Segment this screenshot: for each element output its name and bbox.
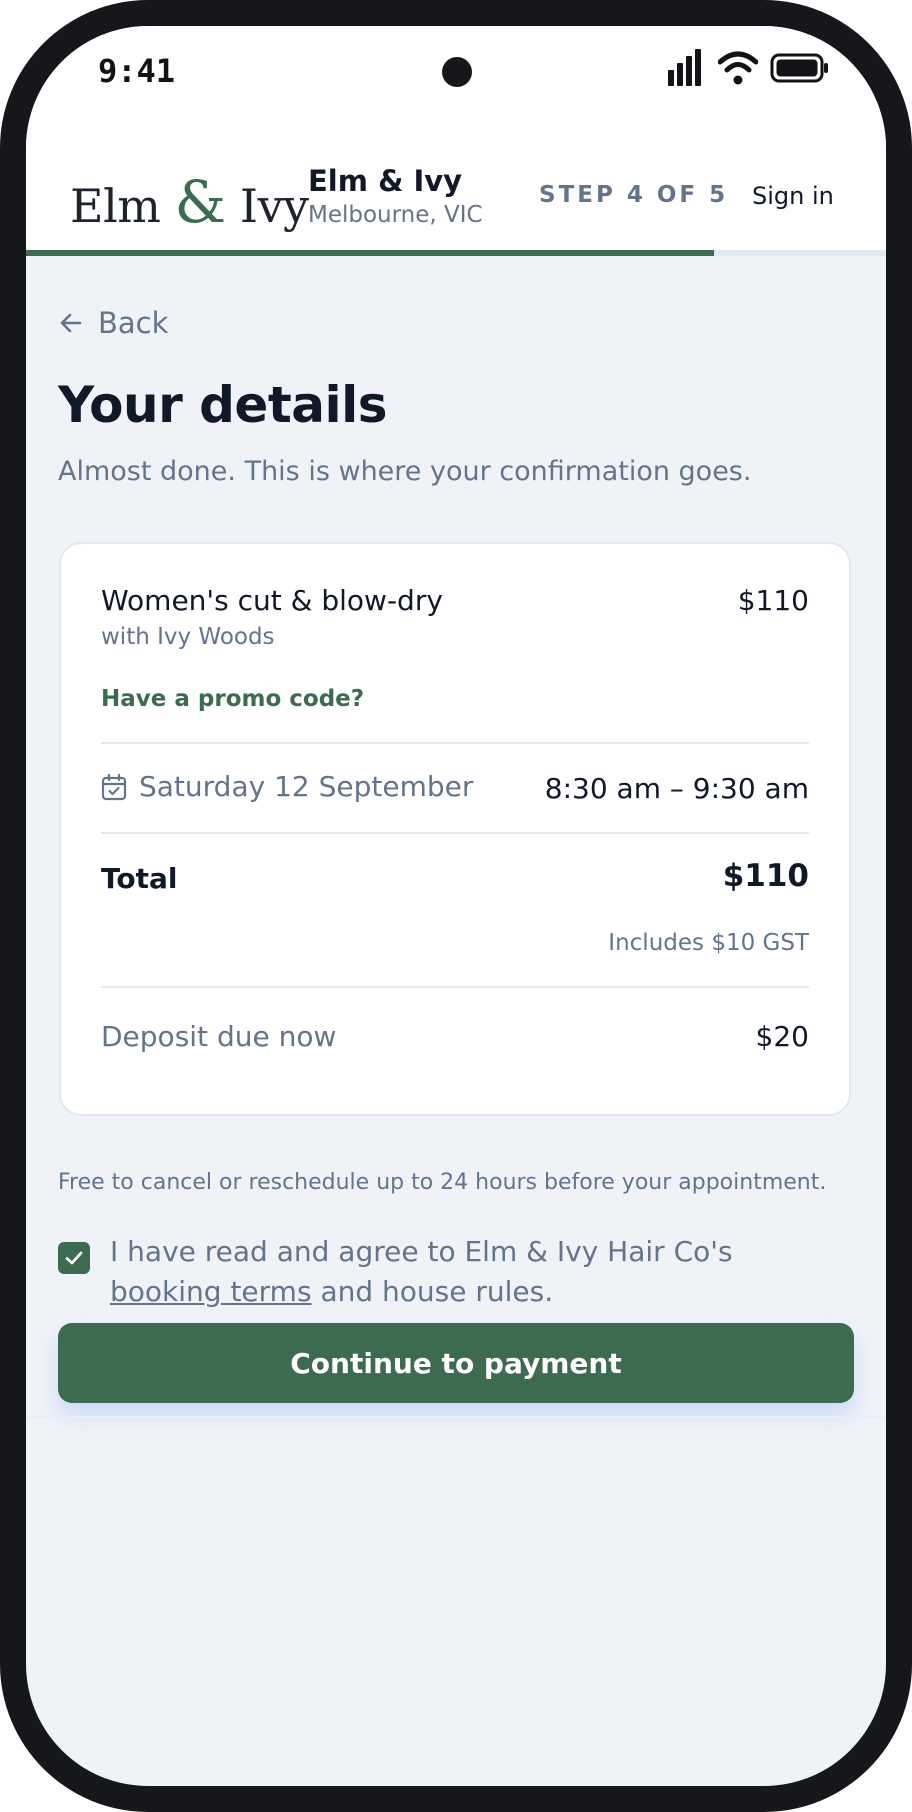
continue-to-payment-button[interactable]: Continue to payment	[58, 1323, 854, 1403]
deposit-value: $20	[755, 1020, 809, 1053]
appointment-date: Saturday 12 September	[101, 770, 473, 803]
arrow-left-icon	[60, 313, 82, 333]
status-bar: 9:41	[26, 26, 886, 126]
status-time: 9:41	[98, 52, 176, 90]
gst-note: Includes $10 GST	[608, 930, 809, 956]
brand-logo[interactable]: Elm & Ivy	[70, 168, 309, 236]
service-price: $110	[737, 584, 809, 617]
service-name: Women's cut & blow-dry	[101, 584, 443, 617]
screen: 9:41 Elm & Ivy Elm & Ivy Melbourne, VIC …	[26, 26, 886, 1786]
deposit-label: Deposit due now	[101, 1020, 337, 1053]
progress-bar-fill	[26, 250, 714, 256]
shop-name: Elm & Ivy	[308, 164, 463, 198]
check-icon	[65, 1251, 83, 1265]
terms-text: I have read and agree to Elm & Ivy Hair …	[110, 1232, 830, 1312]
terms-checkbox[interactable]	[58, 1242, 90, 1274]
page-subtitle: Almost done. This is where your confirma…	[58, 456, 752, 487]
total-value: $110	[722, 858, 809, 894]
booking-summary-card: Women's cut & blow-dry $110 with Ivy Woo…	[59, 542, 851, 1116]
appointment-time: 8:30 am – 9:30 am	[544, 772, 809, 805]
divider	[101, 742, 809, 744]
wifi-icon	[718, 51, 758, 85]
step-indicator: STEP 4 OF 5	[539, 182, 729, 208]
page-title: Your details	[58, 376, 388, 434]
total-label: Total	[101, 862, 178, 895]
sign-in-link[interactable]: Sign in	[752, 182, 834, 210]
booking-terms-link[interactable]: booking terms	[110, 1275, 312, 1308]
signal-icon	[668, 49, 701, 86]
calendar-icon	[101, 773, 127, 800]
stylist-name: with Ivy Woods	[101, 624, 275, 650]
logo-word-elm: Elm	[70, 179, 161, 233]
terms-text-prefix: I have read and agree to Elm & Ivy Hair …	[110, 1235, 733, 1268]
phone-frame: 9:41 Elm & Ivy Elm & Ivy Melbourne, VIC …	[0, 0, 912, 1812]
appointment-date-text: Saturday 12 September	[139, 770, 474, 803]
progress-bar	[26, 250, 886, 256]
logo-ampersand: &	[174, 168, 227, 236]
camera-cutout	[442, 57, 472, 87]
footer-divider	[26, 1416, 886, 1418]
back-label: Back	[98, 306, 169, 340]
promo-code-link[interactable]: Have a promo code?	[101, 686, 364, 712]
logo-word-ivy: Ivy	[239, 179, 309, 233]
battery-icon	[770, 53, 828, 83]
status-icons	[666, 48, 830, 88]
site-header: Elm & Ivy Elm & Ivy Melbourne, VIC STEP …	[26, 126, 886, 256]
back-button[interactable]: Back	[58, 306, 168, 340]
terms-text-suffix: and house rules.	[311, 1275, 554, 1308]
cancellation-policy: Free to cancel or reschedule up to 24 ho…	[58, 1170, 827, 1195]
divider	[101, 832, 809, 834]
shop-location: Melbourne, VIC	[308, 202, 483, 228]
divider	[101, 986, 809, 988]
